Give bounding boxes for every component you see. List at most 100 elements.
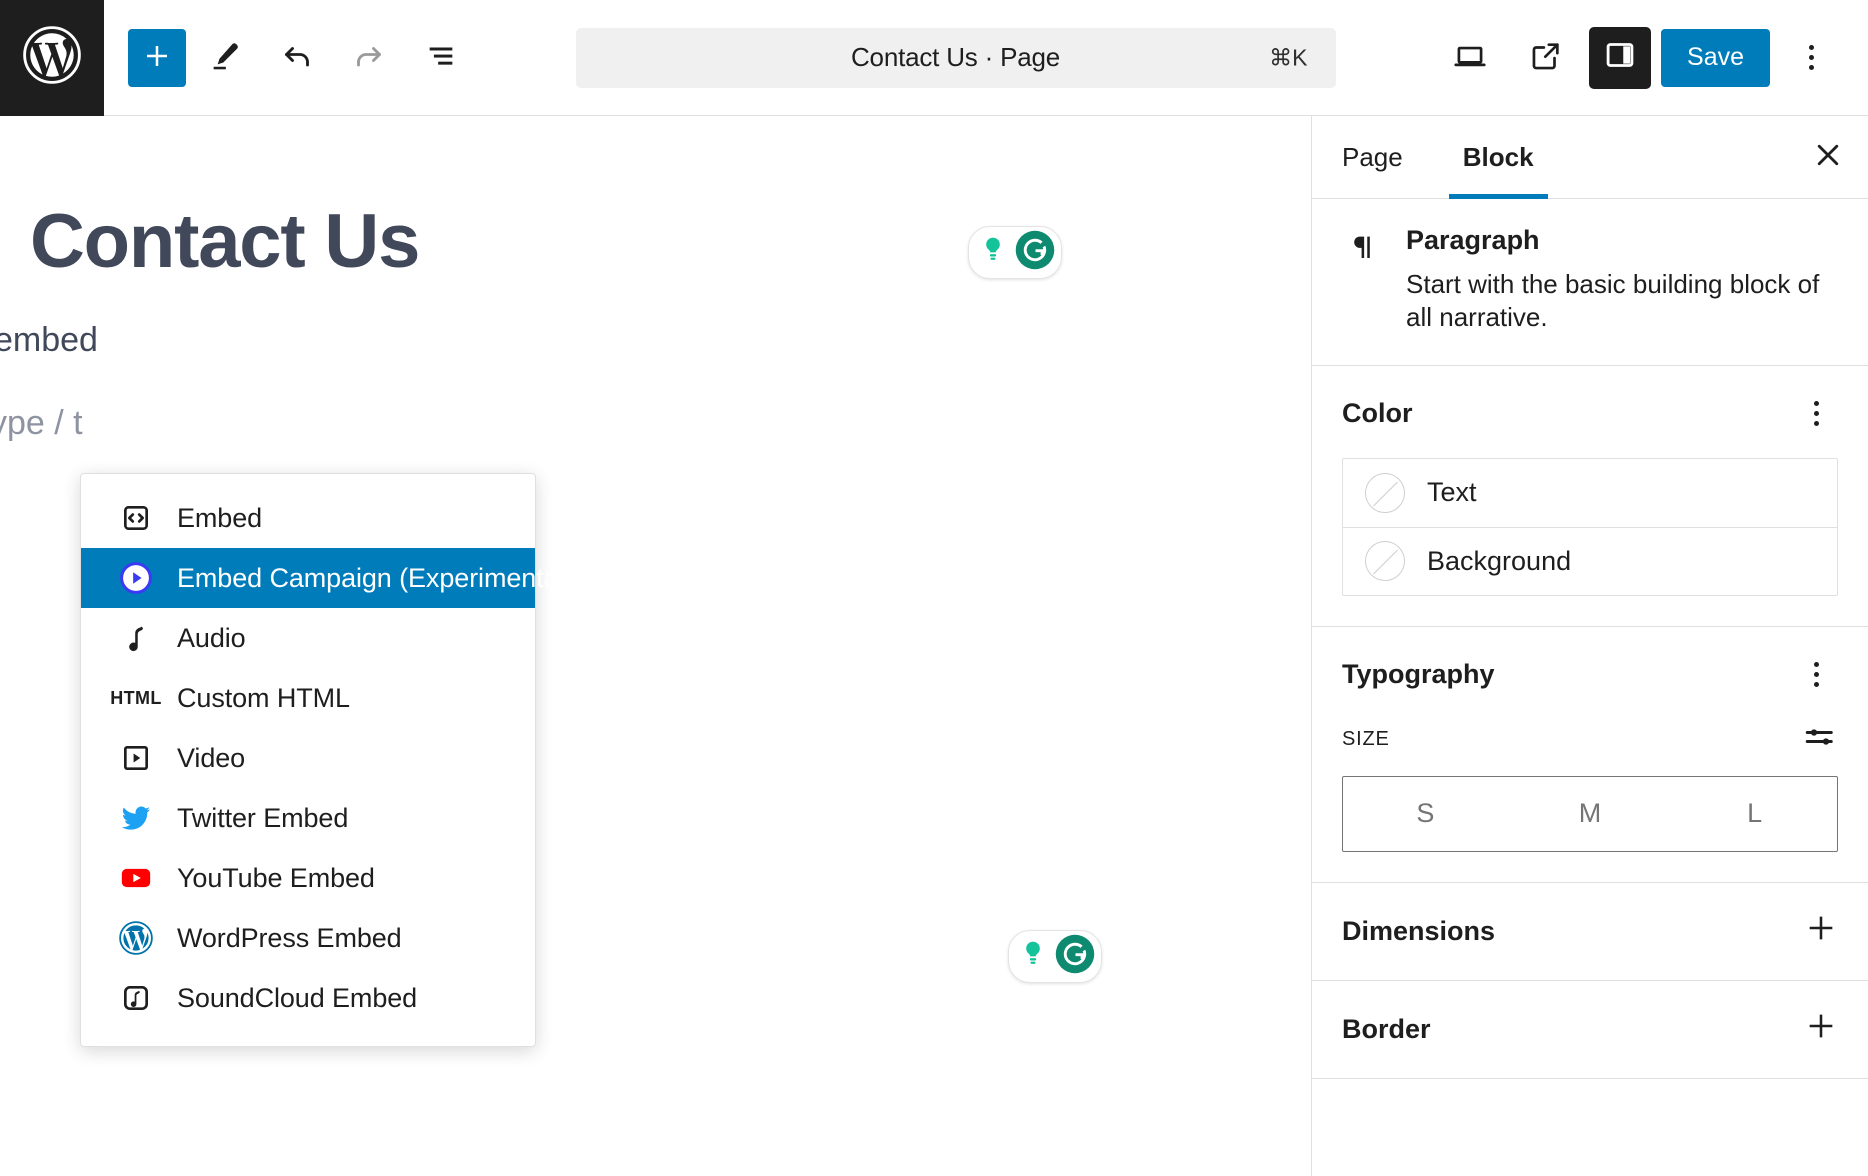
slash-menu-item-label: WordPress Embed bbox=[177, 922, 402, 953]
slash-menu-item-twitter-embed[interactable]: Twitter Embed bbox=[81, 788, 535, 848]
undo-arrow-icon bbox=[279, 38, 315, 77]
kebab-menu-icon bbox=[1808, 45, 1814, 50]
color-row-label: Background bbox=[1427, 545, 1572, 576]
slash-menu-item-video[interactable]: Video bbox=[81, 728, 535, 788]
twitter-bird-icon bbox=[117, 799, 155, 837]
document-title: Contact Us · Page bbox=[850, 42, 1061, 72]
slash-menu-item-youtube-embed[interactable]: YouTube Embed bbox=[81, 848, 535, 908]
slash-menu-item-label: Audio bbox=[177, 622, 246, 653]
slash-menu-item-label: Embed bbox=[177, 502, 263, 533]
paragraph-block-text[interactable]: embed bbox=[0, 321, 98, 360]
border-label: Border bbox=[1342, 1013, 1431, 1044]
plus-icon bbox=[1804, 1009, 1838, 1050]
slash-menu-item-label: Video bbox=[177, 742, 246, 773]
preview-button[interactable] bbox=[1513, 25, 1579, 91]
dimensions-label: Dimensions bbox=[1342, 915, 1496, 946]
top-bar-tools bbox=[104, 25, 474, 91]
list-view-button[interactable] bbox=[408, 25, 474, 91]
wordpress-icon bbox=[117, 919, 155, 957]
desktop-icon bbox=[1451, 37, 1489, 78]
wordpress-logo-button[interactable] bbox=[0, 0, 104, 116]
editor-canvas: Contact Us embed ype / t bbox=[0, 116, 1311, 1176]
block-title: Paragraph bbox=[1406, 225, 1540, 255]
grammarly-assistant-icon bbox=[1014, 935, 1052, 978]
font-size-option-l[interactable]: L bbox=[1672, 777, 1837, 851]
slash-menu-item-label: Embed Campaign (Experimental) bbox=[177, 562, 574, 593]
kebab-menu-icon bbox=[1813, 662, 1819, 668]
add-block-button[interactable] bbox=[128, 28, 186, 87]
redo-button[interactable] bbox=[336, 25, 402, 91]
slash-menu-item-label: SoundCloud Embed bbox=[177, 982, 418, 1013]
font-size-header: SIZE bbox=[1342, 719, 1838, 760]
slash-menu-item-label: YouTube Embed bbox=[177, 862, 375, 893]
redo-arrow-icon bbox=[351, 38, 387, 77]
grammarly-badge-editor[interactable] bbox=[1008, 930, 1102, 983]
no-color-swatch-icon bbox=[1365, 472, 1405, 513]
color-row-background[interactable]: Background bbox=[1343, 526, 1837, 595]
typography-section-title: Typography bbox=[1342, 659, 1495, 690]
typography-section: Typography SIZE S M L bbox=[1312, 627, 1868, 883]
font-size-option-m[interactable]: M bbox=[1508, 777, 1673, 851]
color-row-label: Text bbox=[1427, 477, 1477, 508]
tab-page[interactable]: Page bbox=[1312, 116, 1433, 198]
tab-block[interactable]: Block bbox=[1433, 116, 1564, 199]
soundcloud-icon bbox=[117, 979, 155, 1017]
close-sidebar-button[interactable] bbox=[1788, 116, 1868, 198]
editor-options-button[interactable] bbox=[1780, 27, 1842, 89]
dimensions-section-toggle[interactable]: Dimensions bbox=[1312, 883, 1868, 981]
block-description: Start with the basic building block of a… bbox=[1406, 269, 1820, 333]
pencil-icon bbox=[208, 39, 242, 76]
view-device-button[interactable] bbox=[1437, 25, 1503, 91]
embed-code-icon bbox=[117, 499, 155, 537]
undo-button[interactable] bbox=[264, 25, 330, 91]
slash-menu-item-embed[interactable]: Embed bbox=[81, 488, 535, 548]
close-icon bbox=[1811, 138, 1845, 177]
color-section-header: Color bbox=[1342, 392, 1838, 436]
slash-menu-item-soundcloud-embed[interactable]: SoundCloud Embed bbox=[81, 968, 535, 1028]
color-row-text[interactable]: Text bbox=[1343, 459, 1837, 527]
grammarly-icon bbox=[1014, 229, 1056, 276]
edit-tool-button[interactable] bbox=[192, 25, 258, 91]
slash-menu-item-wordpress-embed[interactable]: WordPress Embed bbox=[81, 908, 535, 968]
paragraph-placeholder[interactable]: ype / t bbox=[0, 404, 83, 443]
sidebar-panel-icon bbox=[1603, 38, 1637, 77]
color-options-list: Text Background bbox=[1342, 457, 1838, 596]
editor-top-bar: Contact Us · Page ⌘K Save bbox=[0, 0, 1868, 116]
slash-menu-item-audio[interactable]: Audio bbox=[81, 608, 535, 668]
page-title[interactable]: Contact Us bbox=[30, 204, 420, 280]
paragraph-pilcrow-icon bbox=[1342, 225, 1386, 335]
color-section: Color Text Background bbox=[1312, 366, 1868, 627]
wordpress-logo-icon bbox=[21, 24, 83, 91]
grammarly-icon bbox=[1054, 933, 1096, 980]
settings-sidebar: Page Block Paragraph Start with the basi… bbox=[1311, 116, 1868, 1176]
sliders-icon[interactable] bbox=[1802, 719, 1838, 760]
command-center-button[interactable]: Contact Us · Page ⌘K bbox=[575, 27, 1336, 88]
external-link-icon bbox=[1529, 39, 1563, 76]
color-options-button[interactable] bbox=[1794, 392, 1838, 436]
command-shortcut-hint: ⌘K bbox=[1269, 44, 1308, 70]
video-play-icon bbox=[117, 739, 155, 777]
font-size-option-s[interactable]: S bbox=[1343, 777, 1508, 851]
top-bar-actions: Save bbox=[1437, 25, 1868, 91]
slash-menu-item-embed-campaign[interactable]: Embed Campaign (Experimental) bbox=[81, 548, 573, 608]
slash-menu-item-label: Twitter Embed bbox=[177, 802, 349, 833]
slash-command-menu: Embed Embed Campaign (Experimental) Audi… bbox=[80, 473, 573, 1047]
wordpress-block-editor: Contact Us · Page ⌘K Save Contact Us emb… bbox=[0, 0, 1868, 1176]
block-info-card: Paragraph Start with the basic building … bbox=[1312, 199, 1868, 366]
settings-sidebar-toggle-button[interactable] bbox=[1589, 26, 1652, 89]
slash-menu-item-label: Custom HTML bbox=[177, 682, 350, 713]
grammarly-badge-title[interactable] bbox=[968, 226, 1062, 279]
kebab-menu-icon bbox=[1813, 401, 1819, 407]
audio-note-icon bbox=[117, 619, 155, 657]
document-title-area: Contact Us · Page ⌘K bbox=[474, 27, 1437, 88]
grammarly-assistant-icon bbox=[974, 231, 1012, 274]
typography-options-button[interactable] bbox=[1794, 653, 1838, 697]
color-section-title: Color bbox=[1342, 398, 1413, 429]
save-button[interactable]: Save bbox=[1661, 28, 1770, 87]
border-section-toggle[interactable]: Border bbox=[1312, 981, 1868, 1079]
no-color-swatch-icon bbox=[1365, 541, 1405, 582]
plus-icon bbox=[1804, 911, 1838, 952]
html-text-icon: HTML bbox=[110, 687, 162, 708]
slash-menu-item-custom-html[interactable]: HTML Custom HTML bbox=[81, 668, 535, 728]
list-view-icon bbox=[424, 39, 458, 76]
